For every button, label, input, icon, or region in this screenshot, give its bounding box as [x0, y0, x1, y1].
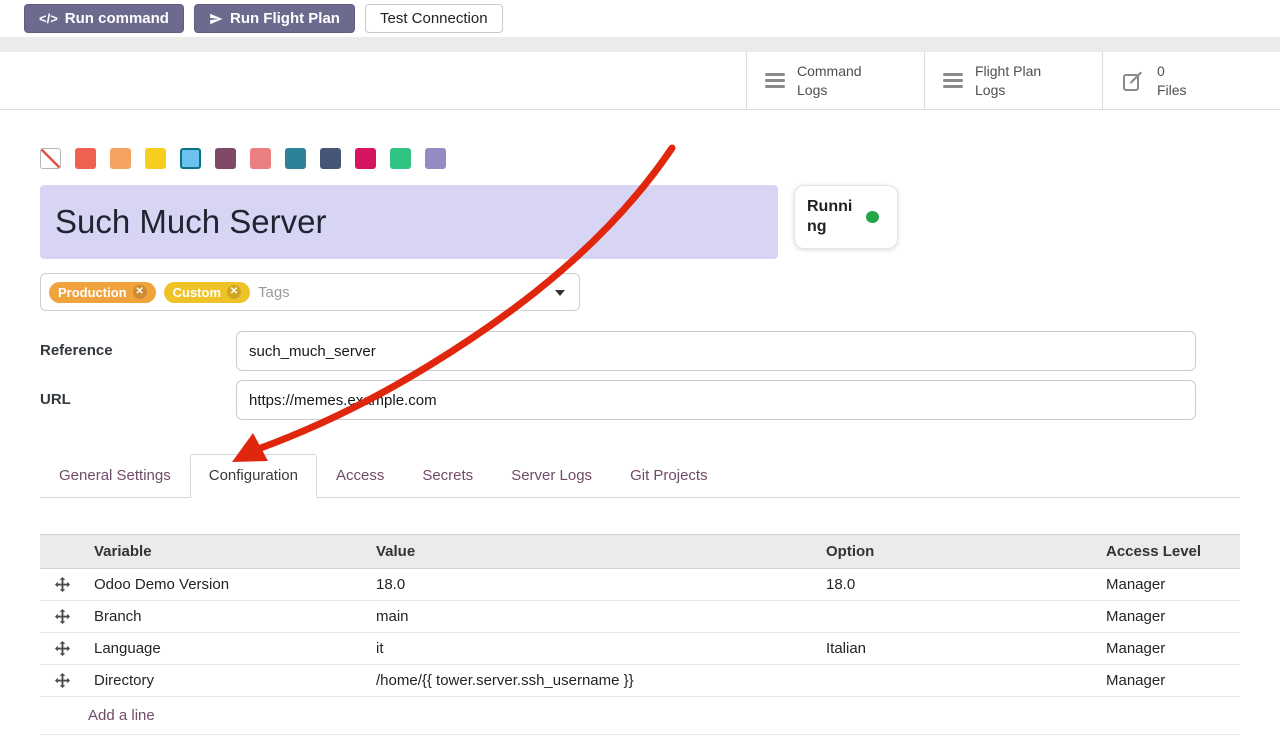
- cell-option[interactable]: [816, 665, 1096, 697]
- status-label: Running: [807, 197, 857, 237]
- cell-value[interactable]: /home/{{ tower.server.ssh_username }}: [366, 665, 816, 697]
- drag-handle-icon[interactable]: [40, 569, 84, 601]
- cell-variable[interactable]: Branch: [84, 601, 366, 633]
- color-swatch-0[interactable]: [75, 148, 96, 169]
- form-sheet: Running Production ✕ Custom ✕ Tags Refer…: [0, 148, 1280, 735]
- handle-column-header: [40, 535, 84, 569]
- tab-general-settings[interactable]: General Settings: [40, 454, 190, 497]
- url-label: URL: [40, 380, 236, 420]
- tag-custom: Custom ✕: [164, 282, 250, 303]
- run-command-label: Run command: [65, 9, 169, 28]
- color-swatch-9[interactable]: [390, 148, 411, 169]
- column-header-value: Value: [366, 535, 816, 569]
- tags-field[interactable]: Production ✕ Custom ✕ Tags: [40, 273, 580, 311]
- color-swatch-1[interactable]: [110, 148, 131, 169]
- color-swatch-8[interactable]: [355, 148, 376, 169]
- table-row[interactable]: Branch main Manager: [40, 601, 1240, 633]
- test-connection-button[interactable]: Test Connection: [365, 4, 503, 33]
- tab-server-logs[interactable]: Server Logs: [492, 454, 611, 497]
- column-header-access-level: Access Level: [1096, 535, 1240, 569]
- status-dot: [866, 211, 879, 223]
- cell-access-level[interactable]: Manager: [1096, 665, 1240, 697]
- run-flight-plan-button[interactable]: Run Flight Plan: [194, 4, 355, 33]
- cell-option[interactable]: 18.0: [816, 569, 1096, 601]
- table-row[interactable]: Directory /home/{{ tower.server.ssh_user…: [40, 665, 1240, 697]
- color-palette: [40, 148, 1240, 169]
- stat-label-line1: Flight Plan: [975, 63, 1041, 79]
- color-swatch-3[interactable]: [180, 148, 201, 169]
- chevron-down-icon[interactable]: [555, 290, 565, 296]
- tag-label: Custom: [173, 285, 221, 300]
- separator-strip: [0, 37, 1280, 52]
- cell-option[interactable]: [816, 601, 1096, 633]
- drag-handle-icon[interactable]: [40, 601, 84, 633]
- table-row[interactable]: Odoo Demo Version 18.0 18.0 Manager: [40, 569, 1240, 601]
- table-header-row: Variable Value Option Access Level: [40, 535, 1240, 569]
- cell-access-level[interactable]: Manager: [1096, 569, 1240, 601]
- cell-variable[interactable]: Odoo Demo Version: [84, 569, 366, 601]
- cell-access-level[interactable]: Manager: [1096, 601, 1240, 633]
- drag-handle-icon[interactable]: [40, 665, 84, 697]
- config-table-body: Odoo Demo Version 18.0 18.0 Manager Bran…: [40, 569, 1240, 697]
- list-icon: [943, 73, 963, 88]
- table-row[interactable]: Language it Italian Manager: [40, 633, 1240, 665]
- reference-input[interactable]: [236, 331, 1196, 371]
- add-a-line-link[interactable]: Add a line: [40, 697, 1240, 735]
- stat-label-line1: Command: [797, 63, 862, 79]
- stat-label-line2: Logs: [975, 82, 1005, 98]
- notebook-tabs: General Settings Configuration Access Se…: [40, 454, 1240, 498]
- tab-secrets[interactable]: Secrets: [403, 454, 492, 497]
- paper-plane-icon: [209, 12, 223, 26]
- stat-label-line2: Logs: [797, 82, 827, 98]
- list-icon: [765, 73, 785, 88]
- test-connection-label: Test Connection: [380, 9, 488, 28]
- remove-tag-icon[interactable]: ✕: [227, 285, 241, 299]
- color-swatch-5[interactable]: [250, 148, 271, 169]
- configuration-table: Variable Value Option Access Level Odoo …: [40, 534, 1240, 697]
- tab-git-projects[interactable]: Git Projects: [611, 454, 727, 497]
- server-name-input[interactable]: [40, 185, 778, 259]
- reference-label: Reference: [40, 331, 236, 371]
- cell-access-level[interactable]: Manager: [1096, 633, 1240, 665]
- remove-tag-icon[interactable]: ✕: [133, 285, 147, 299]
- form-header-bar: Command Logs Flight Plan Logs 0 Files: [0, 52, 1280, 110]
- tab-configuration[interactable]: Configuration: [190, 454, 317, 498]
- cell-variable[interactable]: Directory: [84, 665, 366, 697]
- tag-label: Production: [58, 285, 127, 300]
- files-stat-button[interactable]: 0 Files: [1102, 52, 1280, 109]
- cell-variable[interactable]: Language: [84, 633, 366, 665]
- tab-access[interactable]: Access: [317, 454, 403, 497]
- run-flight-plan-label: Run Flight Plan: [230, 9, 340, 28]
- color-swatch-7[interactable]: [320, 148, 341, 169]
- color-swatch-none[interactable]: [40, 148, 61, 169]
- color-swatch-6[interactable]: [285, 148, 306, 169]
- run-command-button[interactable]: </> Run command: [24, 4, 184, 33]
- flight-plan-logs-stat-button[interactable]: Flight Plan Logs: [924, 52, 1102, 109]
- column-header-variable: Variable: [84, 535, 366, 569]
- drag-handle-icon[interactable]: [40, 633, 84, 665]
- color-swatch-10[interactable]: [425, 148, 446, 169]
- tag-production: Production ✕: [49, 282, 156, 303]
- stat-label-line1: 0: [1157, 63, 1165, 79]
- command-logs-stat-button[interactable]: Command Logs: [746, 52, 924, 109]
- status-badge[interactable]: Running: [794, 185, 898, 249]
- url-input[interactable]: [236, 380, 1196, 420]
- cell-value[interactable]: 18.0: [366, 569, 816, 601]
- stat-label-line2: Files: [1157, 82, 1187, 98]
- tags-placeholder: Tags: [258, 284, 290, 301]
- color-swatch-2[interactable]: [145, 148, 166, 169]
- column-header-option: Option: [816, 535, 1096, 569]
- cell-value[interactable]: it: [366, 633, 816, 665]
- cell-option[interactable]: Italian: [816, 633, 1096, 665]
- edit-icon: [1121, 69, 1145, 93]
- cell-value[interactable]: main: [366, 601, 816, 633]
- top-toolbar: </> Run command Run Flight Plan Test Con…: [0, 0, 1280, 37]
- color-swatch-4[interactable]: [215, 148, 236, 169]
- code-icon: </>: [39, 9, 58, 28]
